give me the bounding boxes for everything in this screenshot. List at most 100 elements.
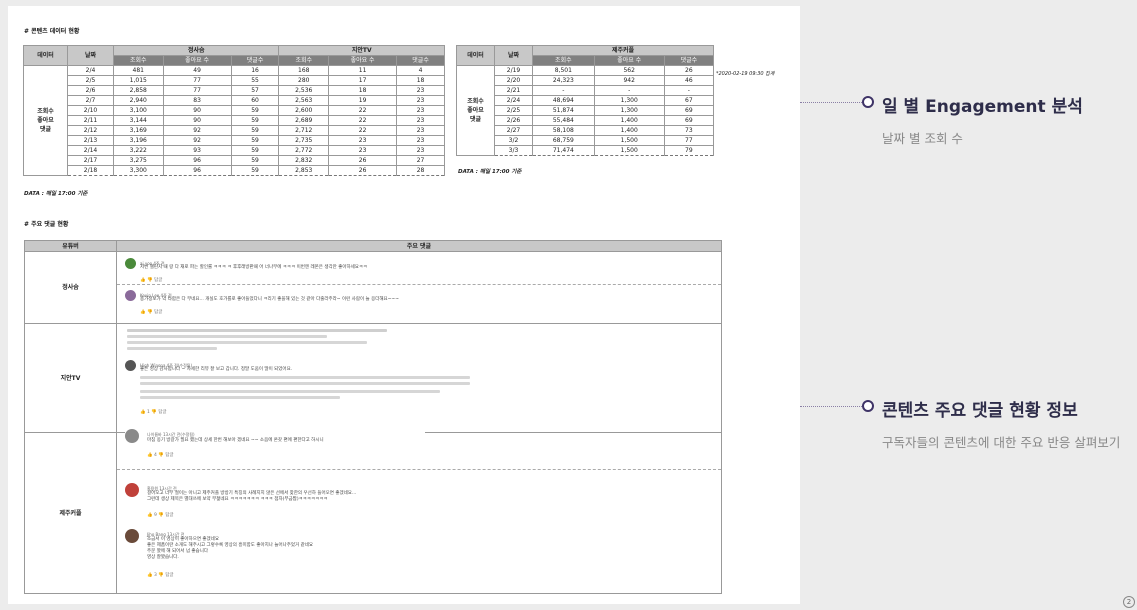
comment-actions[interactable]: 👍 1 👎 답글 xyxy=(140,408,167,417)
comment-actions[interactable]: 👍 3 👎 답글 xyxy=(147,571,174,580)
table-cell: 3,300 xyxy=(113,165,164,176)
table-row: 2/24 48,694 1,300 67 xyxy=(457,95,715,106)
sub-header: 댓글수 xyxy=(396,55,445,66)
table-cell: 11 xyxy=(328,65,398,76)
table-cell: 2/17 xyxy=(67,155,114,166)
content-data-table: 데이터 날짜 정사슴 지안TV 조회수 좋아요 수 댓글수 조회수 좋아요 수 댓글수 조… xyxy=(23,45,445,176)
table-cell: 280 xyxy=(278,75,330,86)
col-youtuber: 유튜버 xyxy=(24,240,117,252)
sub-header: 조회수 xyxy=(113,55,164,66)
table-row: 조회수 좋아요 댓글 2/4 481 49 16 168 11 4 xyxy=(23,65,445,176)
table-cell: 23 xyxy=(396,125,445,136)
blurred-content xyxy=(127,341,367,344)
avatar xyxy=(125,483,139,497)
connector-line xyxy=(800,102,862,103)
table-cell: 59 xyxy=(230,165,280,176)
table-cell: 93 xyxy=(162,145,232,156)
group-jeju-couple: 제주커플 xyxy=(532,45,714,56)
table-cell: 1,400 xyxy=(593,115,665,126)
comment-text: 저번 챌린지 때 랑 다 재로 파는 할인률 ㅋㅋㅋ ㅋ 후후래방판때 어 너나… xyxy=(140,265,368,270)
row-label: 조회수 좋아요 댓글 xyxy=(456,65,495,156)
table-cell: 23 xyxy=(396,85,445,96)
table-cell: 2,772 xyxy=(278,145,330,156)
table-cell: 2,858 xyxy=(113,85,164,96)
table-cell: 55,484 xyxy=(532,115,595,126)
table-cell: 3/3 xyxy=(494,145,533,156)
table-row: 2/20 24,323 942 46 xyxy=(457,75,715,86)
table-cell: 23 xyxy=(396,145,445,156)
table-cell: 481 xyxy=(113,65,164,76)
table-cell: 2/21 xyxy=(494,85,533,96)
table-cell: 22 xyxy=(328,105,398,116)
table-cell: 27 xyxy=(396,155,445,166)
col-date: 날짜 xyxy=(67,45,114,66)
table-cell: 2/25 xyxy=(494,105,533,116)
table-row: 2/14 3,222 93 59 2,772 23 23 xyxy=(24,145,445,156)
comment-card: Kevin Lee 4주 전 용가정보가 약 타합은 다 부네요... 개실도 … xyxy=(125,290,405,316)
table-row: 조회수 좋아요 댓글 2/19 8,501 562 26 xyxy=(456,65,715,156)
comment-actions[interactable]: 👍 4 👎 답글 xyxy=(147,451,174,460)
comment-actions[interactable]: 👍 9 👎 답글 xyxy=(147,511,174,520)
table-cell: 59 xyxy=(230,155,280,166)
sub-header: 댓글수 xyxy=(230,55,280,66)
table-cell: 2,940 xyxy=(113,95,164,106)
table-cell: 3,196 xyxy=(113,135,164,146)
sub-header: 조회수 xyxy=(532,55,595,66)
table-cell: 69 xyxy=(663,115,715,126)
comment-text: 조금서 이 영상이 좋아하으면 좋겠네요 좋은 제품이란 소개도 해주시고 그렇… xyxy=(147,537,314,560)
comment-actions[interactable]: 👍 👎 답글 xyxy=(140,308,162,317)
table-cell: 96 xyxy=(162,155,232,166)
table-cell: 1,500 xyxy=(593,135,665,146)
table-cell: 2/12 xyxy=(67,125,114,136)
table-cell: 2/6 xyxy=(67,85,114,96)
table-cell: 22 xyxy=(328,115,398,126)
table-cell: 67 xyxy=(663,95,715,106)
table1-note: DATA : 매일 17:00 기준 xyxy=(24,191,88,197)
table-cell: 3,222 xyxy=(113,145,164,156)
table-row: 2/12 3,169 92 59 2,712 22 23 xyxy=(24,125,445,136)
table-cell: 22 xyxy=(328,125,398,136)
table-cell: 17 xyxy=(328,75,398,86)
avatar xyxy=(125,529,139,543)
table-cell: 2/7 xyxy=(67,95,114,106)
table-cell: 26 xyxy=(328,155,398,166)
sub-header: 조회수 xyxy=(278,55,330,66)
table-cell: 3,144 xyxy=(113,115,164,126)
table-row: 3/2 68,759 1,500 77 xyxy=(457,135,715,146)
divider xyxy=(117,469,721,470)
section1-title: # 콘텐츠 데이터 현황 xyxy=(24,28,80,35)
table-cell: 59 xyxy=(230,105,280,116)
table-cell: 2/18 xyxy=(67,165,114,176)
table-row: 2/6 2,858 77 57 2,536 18 23 xyxy=(24,85,445,96)
table-cell: 60 xyxy=(230,95,280,106)
table-cell: 49 xyxy=(162,65,232,76)
table-cell: 28 xyxy=(396,165,445,176)
table-cell: 90 xyxy=(162,105,232,116)
report-sheet: # 콘텐츠 데이터 현황 데이터 날짜 정사슴 지안TV 조회수 좋아요 수 댓글수… xyxy=(8,6,800,604)
table-cell: 3/2 xyxy=(494,135,533,146)
youtuber-name: 정사슴 xyxy=(24,251,117,324)
bullet-dot-icon xyxy=(862,400,874,412)
table-cell: 77 xyxy=(162,85,232,96)
avatar xyxy=(125,258,136,269)
blurred-content xyxy=(140,376,470,379)
avatar xyxy=(125,360,136,371)
table-cell: 59 xyxy=(230,125,280,136)
table-row: 2/25 51,874 1,300 69 xyxy=(457,105,715,116)
table-cell: - xyxy=(663,85,715,96)
col-data-2: 데이터 xyxy=(456,45,495,66)
table-cell: 1,015 xyxy=(113,75,164,86)
bullet-dot-icon xyxy=(862,96,874,108)
table-cell: 92 xyxy=(162,125,232,136)
table-cell: 59 xyxy=(230,135,280,146)
group-jeongsaseum: 정사슴 xyxy=(112,45,280,56)
table-row: 2/7 2,940 83 60 2,563 19 23 xyxy=(24,95,445,106)
sub-header: 댓글수 xyxy=(663,55,715,66)
table-cell: 2,536 xyxy=(278,85,330,96)
jeju-couple-table: 데이터 날짜 제주커플 조회수 좋아요 수 댓글수 조회수 좋아요 댓글 2/19 8,… xyxy=(456,45,715,156)
table-cell: 23 xyxy=(328,145,398,156)
sub-header: 좋아요 수 xyxy=(162,55,232,66)
table-cell: 77 xyxy=(663,135,715,146)
table-cell: 2/14 xyxy=(67,145,114,156)
table-cell: 90 xyxy=(162,115,232,126)
